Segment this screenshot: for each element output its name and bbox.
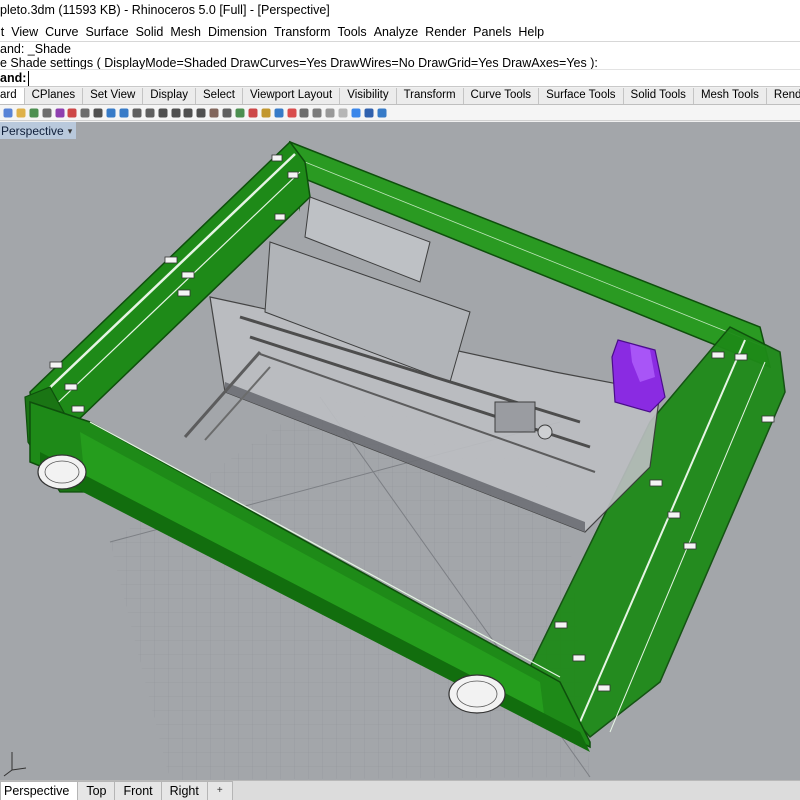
model-scene[interactable] — [0, 122, 800, 780]
open-icon[interactable] — [15, 107, 27, 119]
menu-tools[interactable]: Tools — [335, 25, 371, 39]
material-icon[interactable] — [350, 107, 362, 119]
save-icon[interactable] — [28, 107, 40, 119]
tab-viewport-layout[interactable]: Viewport Layout — [242, 88, 341, 104]
command-line: and: — [0, 69, 800, 87]
view-tab-right[interactable]: Right — [160, 781, 208, 800]
cut-icon[interactable] — [66, 107, 78, 119]
tab-standard[interactable]: ard — [0, 88, 25, 104]
tab-set-view[interactable]: Set View — [83, 88, 144, 104]
tab-mesh-tools[interactable]: Mesh Tools — [693, 88, 767, 104]
zoom-icon[interactable] — [157, 107, 169, 119]
menu-solid[interactable]: Solid — [133, 25, 168, 39]
four-viewports-icon[interactable] — [221, 107, 233, 119]
rendered-icon[interactable] — [337, 107, 349, 119]
menu-bar: it View Curve Surface Solid Mesh Dimensi… — [0, 22, 800, 41]
rotate-view-icon[interactable] — [144, 107, 156, 119]
zoom-window-icon[interactable] — [170, 107, 182, 119]
wheel-right — [448, 674, 506, 714]
zoom-selected-icon[interactable] — [195, 107, 207, 119]
command-history-line: e Shade settings ( DisplayMode=Shaded Dr… — [0, 55, 598, 69]
move-icon[interactable] — [247, 107, 259, 119]
tab-visibility[interactable]: Visibility — [340, 88, 397, 104]
import-icon[interactable] — [54, 107, 66, 119]
properties-icon[interactable] — [298, 107, 310, 119]
add-view-icon[interactable]: + — [206, 781, 233, 800]
pan-icon[interactable] — [131, 107, 143, 119]
named-views-icon[interactable] — [208, 107, 220, 119]
wheel-left — [37, 454, 87, 490]
render-icon[interactable] — [363, 107, 375, 119]
menu-analyze[interactable]: Analyze — [371, 25, 422, 39]
shaded-icon[interactable] — [324, 107, 336, 119]
menu-mesh[interactable]: Mesh — [167, 25, 205, 39]
menu-help[interactable]: Help — [515, 25, 548, 39]
print-icon[interactable] — [41, 107, 53, 119]
layer-icon[interactable] — [286, 107, 298, 119]
menu-panels[interactable]: Panels — [470, 25, 515, 39]
command-input[interactable] — [28, 70, 800, 86]
hide-icon[interactable] — [273, 107, 285, 119]
redo-icon[interactable] — [118, 107, 130, 119]
perspective-viewport[interactable]: Perspective ▾ — [0, 122, 800, 780]
menu-surface[interactable]: Surface — [82, 25, 132, 39]
cplane-icon[interactable] — [234, 107, 246, 119]
undo-icon[interactable] — [105, 107, 117, 119]
view-tab-top[interactable]: Top — [77, 781, 116, 800]
command-history[interactable]: and: _Shade e Shade settings ( DisplayMo… — [0, 41, 800, 69]
tab-solid-tools[interactable]: Solid Tools — [623, 88, 694, 104]
menu-edit[interactable]: it — [0, 25, 8, 39]
copy-icon[interactable] — [79, 107, 91, 119]
menu-view[interactable]: View — [8, 25, 42, 39]
toolbar-tab-strip: ard CPlanes Set View Display Select View… — [0, 88, 800, 105]
menu-curve[interactable]: Curve — [42, 25, 82, 39]
motor-mount — [611, 339, 666, 413]
view-tab-front[interactable]: Front — [114, 781, 162, 800]
command-history-line: and: _Shade — [0, 42, 71, 56]
tab-cplanes[interactable]: CPlanes — [24, 88, 84, 104]
menu-transform[interactable]: Transform — [271, 25, 335, 39]
help-icon[interactable] — [376, 107, 388, 119]
viewport-title: Perspective — [1, 124, 64, 138]
tab-render-tools[interactable]: Render — [766, 88, 800, 104]
tab-display[interactable]: Display — [143, 88, 196, 104]
menu-render[interactable]: Render — [422, 25, 470, 39]
lock-icon[interactable] — [260, 107, 272, 119]
world-axes-icon — [3, 752, 27, 777]
view-tab-perspective[interactable]: Perspective — [0, 781, 79, 800]
zoom-extents-icon[interactable] — [182, 107, 194, 119]
wireframe-icon[interactable] — [311, 107, 323, 119]
chevron-down-icon[interactable]: ▾ — [68, 126, 73, 137]
standard-toolbar — [0, 105, 800, 121]
menu-dimension[interactable]: Dimension — [205, 25, 271, 39]
tab-select[interactable]: Select — [196, 88, 243, 104]
command-prompt-label: and: — [0, 71, 27, 85]
viewport-label[interactable]: Perspective ▾ — [0, 122, 77, 139]
tab-surface-tools[interactable]: Surface Tools — [539, 88, 624, 104]
tab-transform[interactable]: Transform — [396, 88, 464, 104]
view-tabs: Perspective Top Front Right + — [0, 780, 800, 800]
paste-icon[interactable] — [92, 107, 104, 119]
tab-curve-tools[interactable]: Curve Tools — [463, 88, 540, 104]
window-title: pleto.3dm (11593 KB) - Rhinoceros 5.0 [F… — [0, 0, 800, 22]
new-icon[interactable] — [2, 107, 14, 119]
